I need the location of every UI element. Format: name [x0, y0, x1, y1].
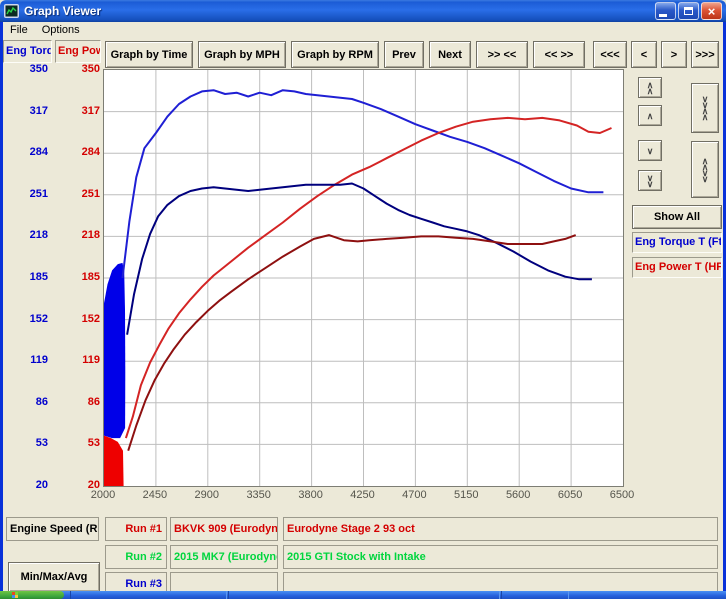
torque-tick: 53 — [3, 436, 48, 450]
min-max-avg-button[interactable]: Min/Max/Avg — [8, 562, 100, 592]
shift-out-button[interactable]: << >> — [533, 41, 585, 68]
rpm-tick: 4250 — [343, 489, 383, 501]
shift-in-button[interactable]: >> << — [476, 41, 528, 68]
rpm-tick: 6050 — [550, 489, 590, 501]
graph-by-time-button[interactable]: Graph by Time — [105, 41, 193, 68]
start-noise-torque — [104, 263, 125, 438]
legend-torque[interactable]: Eng Torque T (Ft-l — [632, 232, 722, 253]
zoom-out-y-button-icon: ∨ — [702, 176, 709, 182]
power-tick: 53 — [55, 436, 100, 450]
rpm-tick: 4700 — [394, 489, 434, 501]
power-tick: 119 — [55, 353, 100, 367]
graph-viewer-window: Graph Viewer × File Options Eng Torque E… — [0, 0, 726, 599]
step-left-button[interactable]: < — [631, 41, 657, 68]
torque-tick: 119 — [3, 353, 48, 367]
taskbar — [0, 591, 726, 599]
window-title: Graph Viewer — [24, 4, 101, 18]
run-desc-field-1[interactable]: Eurodyne Stage 2 93 oct — [283, 517, 718, 541]
Run #2 Eng Torque T (Ft-lb) — [127, 184, 592, 335]
show-all-button[interactable]: Show All — [632, 205, 722, 229]
menu-bar: File Options — [3, 22, 723, 38]
torque-tick: 152 — [3, 312, 48, 326]
torque-tick: 218 — [3, 228, 48, 242]
torque-tick: 86 — [3, 395, 48, 409]
graph-by-mph-button[interactable]: Graph by MPH — [198, 41, 286, 68]
menu-options[interactable]: Options — [35, 24, 87, 36]
app-icon — [4, 4, 19, 18]
x-axis-unit-box: Engine Speed (RPM — [6, 517, 99, 541]
torque-tick: 20 — [3, 478, 48, 492]
close-button[interactable]: × — [701, 2, 722, 20]
run-file-field-1[interactable]: BKVK 909 (Eurodyne, E — [170, 517, 278, 541]
menu-file[interactable]: File — [3, 24, 35, 36]
rpm-tick: 3800 — [291, 489, 331, 501]
maximize-icon — [684, 7, 693, 15]
zoom-out-y-button[interactable]: ∧∧∨∨ — [691, 141, 719, 198]
Run #2 Eng Power T (HP) — [128, 235, 576, 451]
power-tick: 317 — [55, 104, 100, 118]
power-axis-header: Eng Power — [55, 40, 101, 63]
torque-tick: 284 — [3, 145, 48, 159]
taskbar-window-button[interactable] — [228, 591, 500, 599]
prev-button[interactable]: Prev — [384, 41, 424, 68]
run-desc-field-2[interactable]: 2015 GTI Stock with Intake — [283, 545, 718, 569]
jump-first-button[interactable]: <<< — [593, 41, 627, 68]
title-bar[interactable]: Graph Viewer × — [0, 0, 726, 22]
torque-tick: 350 — [3, 62, 48, 76]
scroll-top-button[interactable]: ∧∧ — [638, 77, 662, 98]
next-button[interactable]: Next — [429, 41, 471, 68]
power-tick: 350 — [55, 62, 100, 76]
minimize-icon — [659, 14, 667, 17]
scroll-bottom-button[interactable]: ∨∨ — [638, 170, 662, 191]
power-tick: 152 — [55, 312, 100, 326]
rpm-tick: 2450 — [135, 489, 175, 501]
dyno-chart — [103, 69, 624, 487]
scroll-down-button[interactable]: ∨ — [638, 140, 662, 161]
jump-last-button[interactable]: >>> — [691, 41, 719, 68]
start-noise-power — [104, 436, 124, 486]
power-tick: 284 — [55, 145, 100, 159]
power-tick: 218 — [55, 228, 100, 242]
taskbar-window-button[interactable] — [70, 591, 227, 599]
windows-flag-icon — [12, 592, 18, 598]
start-button[interactable] — [0, 591, 64, 599]
scroll-up-button[interactable]: ∧ — [638, 105, 662, 126]
run-label-1: Run #1 — [105, 517, 167, 541]
torque-axis-header: Eng Torque — [3, 40, 52, 63]
zoom-in-y-button[interactable]: ∨∨∧∧ — [691, 83, 719, 133]
scroll-up-button-icon: ∧ — [647, 113, 654, 119]
graph-by-rpm-button[interactable]: Graph by RPM — [291, 41, 379, 68]
scroll-down-button-icon: ∨ — [647, 148, 654, 154]
step-right-button[interactable]: > — [661, 41, 687, 68]
minimize-button[interactable] — [655, 2, 676, 20]
power-tick: 86 — [55, 395, 100, 409]
maximize-button[interactable] — [678, 2, 699, 20]
zoom-in-y-button-icon: ∧ — [702, 114, 709, 120]
run-label-2: Run #2 — [105, 545, 167, 569]
power-tick: 185 — [55, 270, 100, 284]
scroll-top-button-icon: ∧ — [647, 88, 654, 94]
torque-tick: 317 — [3, 104, 48, 118]
rpm-tick: 2900 — [187, 489, 227, 501]
run-file-field-2[interactable]: 2015 MK7 (Eurodyne, E — [170, 545, 278, 569]
legend-power[interactable]: Eng Power T (HP) — [632, 257, 722, 278]
rpm-tick: 5600 — [498, 489, 538, 501]
power-tick: 251 — [55, 187, 100, 201]
torque-tick: 251 — [3, 187, 48, 201]
scroll-bottom-button-icon: ∨ — [647, 181, 654, 187]
close-icon: × — [708, 5, 716, 18]
rpm-tick: 5150 — [446, 489, 486, 501]
rpm-tick: 2000 — [83, 489, 123, 501]
torque-tick: 185 — [3, 270, 48, 284]
rpm-tick: 6500 — [602, 489, 642, 501]
chart-canvas — [104, 70, 623, 486]
rpm-tick: 3350 — [239, 489, 279, 501]
toolbar: Graph by TimeGraph by MPHGraph by RPMPre… — [105, 41, 719, 68]
taskbar-window-button[interactable] — [501, 591, 569, 599]
